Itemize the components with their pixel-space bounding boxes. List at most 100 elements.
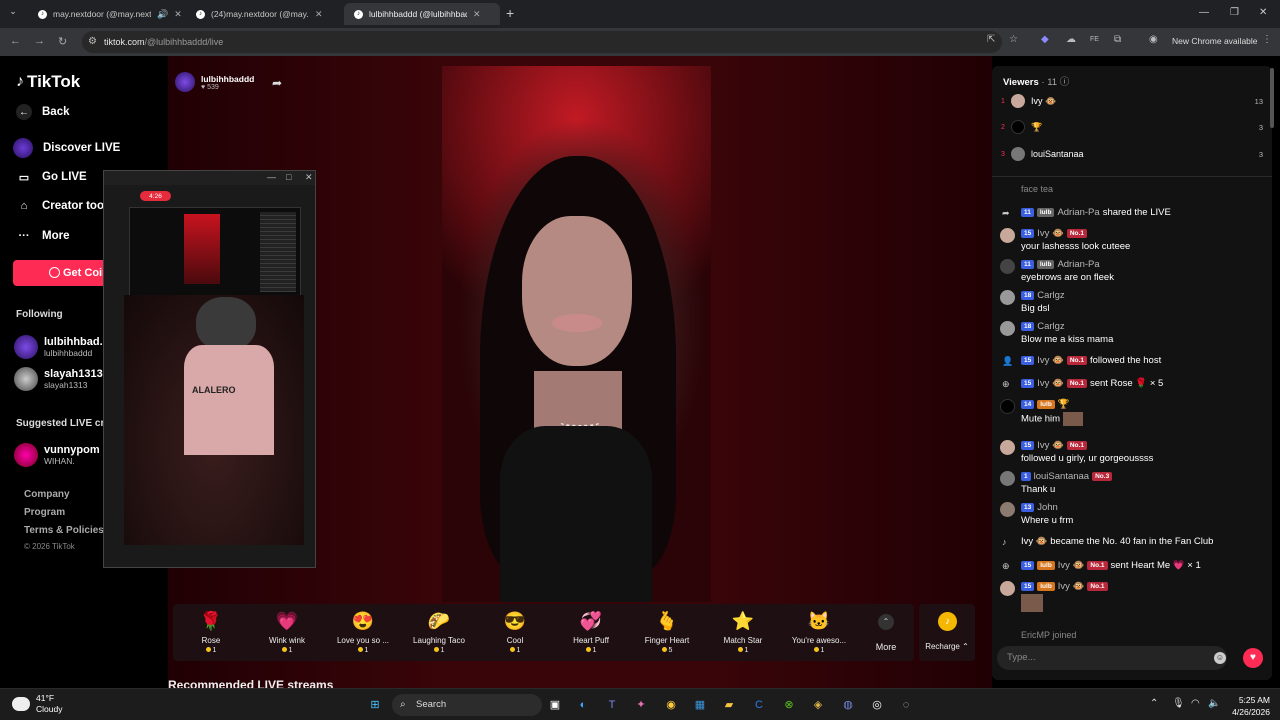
like-heart-icon[interactable]: ♥ bbox=[1243, 648, 1263, 668]
back-button[interactable]: ← Back bbox=[16, 104, 70, 120]
open-in-app-icon[interactable]: ⇱ bbox=[987, 34, 995, 45]
close-tab-icon[interactable]: ✕ bbox=[174, 9, 182, 20]
emoji-icon[interactable]: ☺ bbox=[1214, 652, 1226, 664]
chat-username[interactable]: Adrian-Pa bbox=[1057, 259, 1099, 270]
sidebar-item-more[interactable]: ··· More bbox=[16, 228, 70, 244]
extension-icon[interactable]: ◆ bbox=[1041, 34, 1049, 45]
cloud-extension-icon[interactable]: ☁ bbox=[1066, 34, 1076, 45]
floating-video-window[interactable]: — □ ✕ 4:26 ALALERO bbox=[103, 170, 316, 568]
top-viewer-row[interactable]: 2 🏆 3 bbox=[1001, 118, 1263, 136]
edge-icon[interactable]: ◐ bbox=[574, 696, 592, 714]
gift-match-star[interactable]: ⭐ Match Star 1 bbox=[705, 604, 781, 661]
tab-search-chevron-icon[interactable]: ⌄ bbox=[6, 6, 20, 20]
viewers-heading[interactable]: Viewers · 11 ⓘ bbox=[1003, 74, 1069, 88]
chat-username[interactable]: Ivy 🐵 bbox=[1037, 378, 1064, 389]
maximize-icon[interactable]: □ bbox=[286, 172, 291, 182]
forward-arrow-icon[interactable]: → bbox=[34, 35, 45, 47]
chrome-menu-icon[interactable]: ⋮ bbox=[1262, 34, 1272, 45]
gift-love-you-so[interactable]: 😍 Love you so ... 1 bbox=[325, 604, 401, 661]
close-window-icon[interactable]: ✕ bbox=[1259, 7, 1267, 18]
footer-link-terms[interactable]: Terms & Policies bbox=[24, 525, 104, 536]
store-icon[interactable]: ▦ bbox=[691, 696, 709, 714]
following-item[interactable]: lulbihhbad... lulbihhbaddd bbox=[14, 335, 109, 359]
minimize-icon[interactable]: — bbox=[1199, 7, 1209, 18]
footer-link-program[interactable]: Program bbox=[24, 507, 65, 518]
suggested-item[interactable]: vunnypom WIHAN. bbox=[14, 443, 100, 467]
tray-chevron-icon[interactable]: ⌃ bbox=[1150, 698, 1158, 709]
gift-finger-heart[interactable]: 🫰 Finger Heart 5 bbox=[629, 604, 705, 661]
restore-icon[interactable]: ❐ bbox=[1230, 7, 1239, 18]
discord-icon[interactable]: ◍ bbox=[839, 696, 857, 714]
chat-input[interactable]: Type... bbox=[997, 646, 1227, 670]
chat-username[interactable]: Ivy 🐵 bbox=[1037, 228, 1064, 239]
chrome-icon[interactable]: ◉ bbox=[662, 696, 680, 714]
sidebar-item-creator-tools[interactable]: ⌂ Creator tool bbox=[16, 198, 108, 214]
game-app-icon[interactable]: ◈ bbox=[809, 696, 827, 714]
more-gifts-button[interactable]: More bbox=[861, 642, 911, 652]
host-info[interactable]: lulbihhbaddd ♥ 539 bbox=[175, 72, 254, 92]
close-tab-icon[interactable]: ✕ bbox=[473, 9, 481, 20]
chevron-up-icon[interactable]: ⌃ bbox=[878, 614, 894, 630]
wifi-icon[interactable]: ◠ bbox=[1191, 698, 1200, 709]
live-video[interactable] bbox=[442, 66, 711, 602]
extensions-puzzle-icon[interactable]: ⧉ bbox=[1114, 34, 1121, 45]
recharge-button[interactable]: ♪ Recharge ⌃ bbox=[919, 604, 975, 661]
profile-avatar-icon[interactable]: ◉ bbox=[1149, 34, 1158, 45]
chat-username[interactable]: John bbox=[1037, 502, 1058, 513]
copilot-icon[interactable]: ✦ bbox=[632, 696, 650, 714]
close-icon[interactable]: ✕ bbox=[305, 172, 313, 183]
gift-laughing-taco[interactable]: 🌮 Laughing Taco 1 bbox=[401, 604, 477, 661]
bookmark-star-icon[interactable]: ☆ bbox=[1009, 34, 1018, 45]
gift-heart-puff[interactable]: 💞 Heart Puff 1 bbox=[553, 604, 629, 661]
info-icon[interactable]: ⓘ bbox=[1060, 77, 1070, 88]
minimize-icon[interactable]: — bbox=[267, 172, 276, 182]
chat-username[interactable]: Carlgz bbox=[1037, 290, 1064, 301]
gift-rose[interactable]: 🌹 Rose 1 bbox=[173, 604, 249, 661]
site-info-icon[interactable]: ⚙ bbox=[88, 36, 97, 47]
top-viewer-row[interactable]: 1 Ivy 🐵 13 bbox=[1001, 92, 1263, 110]
teams-icon[interactable]: T bbox=[603, 696, 621, 714]
gift-youre-awesome[interactable]: 🐱 You're aweso... 1 bbox=[781, 604, 857, 661]
chat-username[interactable]: louiSantanaa bbox=[1034, 471, 1089, 482]
gift-cool[interactable]: 😎 Cool 1 bbox=[477, 604, 553, 661]
speaker-icon[interactable]: 🔊 bbox=[157, 9, 168, 20]
weather-widget[interactable]: 41°F Cloudy bbox=[12, 693, 62, 715]
taskbar-search[interactable]: ⌕ Search bbox=[392, 694, 542, 716]
sidebar-item-go-live[interactable]: ▭ Go LIVE bbox=[16, 169, 87, 185]
chrome-active-icon[interactable]: ◎ bbox=[868, 696, 886, 714]
app-icon[interactable]: C bbox=[750, 696, 768, 714]
close-tab-icon[interactable]: ✕ bbox=[315, 9, 323, 20]
chat-username[interactable]: Ivy 🐵 bbox=[1058, 560, 1085, 571]
chat-username[interactable]: Ivy 🐵 bbox=[1037, 440, 1064, 451]
browser-tab-3-active[interactable]: ♪ lulbihhbaddd (@lulbihhbad ✕ bbox=[344, 3, 500, 25]
address-bar[interactable]: ⚙ tiktok.com/@lulbihhbaddd/live bbox=[82, 31, 1002, 53]
browser-tab-1[interactable]: ♪ may.nextdoor (@may.nextdo 🔊 ✕ bbox=[28, 3, 184, 25]
taskbar-clock[interactable]: 5:25 AM 4/26/2026 bbox=[1214, 694, 1270, 718]
sidebar-item-discover-live[interactable]: Discover LIVE bbox=[13, 138, 120, 158]
file-explorer-icon[interactable]: ▰ bbox=[720, 696, 738, 714]
tiktok-logo[interactable]: ♪ TikTok bbox=[16, 72, 80, 92]
task-view-icon[interactable]: ▣ bbox=[546, 696, 564, 714]
gift-wink-wink[interactable]: 💗 Wink wink 1 bbox=[249, 604, 325, 661]
extension-badge-icon[interactable]: FE bbox=[1090, 36, 1099, 43]
back-arrow-icon[interactable]: ← bbox=[10, 35, 21, 47]
new-tab-plus-icon[interactable]: + bbox=[506, 5, 514, 21]
obs-icon[interactable]: ◌ bbox=[897, 696, 915, 714]
browser-tab-2[interactable]: ♪ (24)may.nextdoor (@may.nextdo ✕ bbox=[186, 3, 342, 25]
microphone-icon[interactable]: 🎙 bbox=[1172, 698, 1185, 709]
xbox-icon[interactable]: ⊗ bbox=[780, 696, 798, 714]
search-icon: ⌕ bbox=[400, 699, 406, 710]
top-viewer-row[interactable]: 3 louiSantanaa 3 bbox=[1001, 145, 1263, 163]
chat-username[interactable]: Ivy 🐵 bbox=[1058, 581, 1085, 592]
footer-link-company[interactable]: Company bbox=[24, 489, 70, 500]
page-scrollbar[interactable] bbox=[1270, 68, 1274, 128]
chat-username[interactable]: Carlgz bbox=[1037, 321, 1064, 332]
windows-start-icon[interactable]: ⊞ bbox=[366, 696, 384, 714]
chat-username[interactable]: Adrian-Pa bbox=[1057, 207, 1099, 218]
new-chrome-available[interactable]: New Chrome available bbox=[1172, 36, 1258, 46]
reload-icon[interactable]: ↻ bbox=[58, 35, 67, 48]
chat-username[interactable]: Ivy 🐵 bbox=[1037, 355, 1064, 366]
floating-window-titlebar[interactable]: — □ ✕ bbox=[104, 171, 315, 185]
following-item[interactable]: slayah1313 slayah1313 bbox=[14, 367, 103, 391]
share-arrow-icon[interactable]: ➦ bbox=[272, 76, 282, 90]
